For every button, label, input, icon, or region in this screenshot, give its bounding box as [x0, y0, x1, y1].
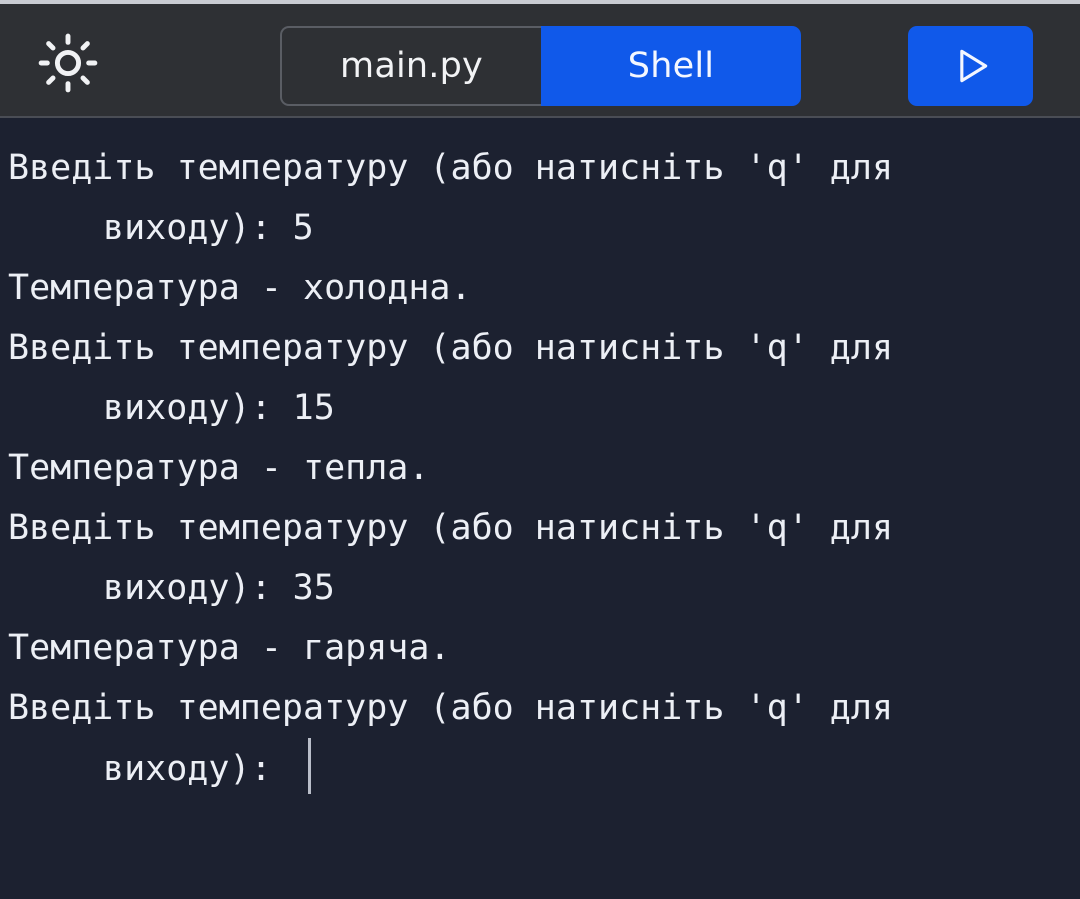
- console-line: Температура - гаряча.: [0, 618, 1080, 678]
- console-line-text: Температура - гаряча.: [8, 628, 451, 668]
- tab-group: main.py Shell: [280, 26, 801, 106]
- console-line: Введіть температуру (або натисніть 'q' д…: [0, 318, 1080, 378]
- toolbar: main.py Shell: [0, 4, 1080, 118]
- tab-main-py[interactable]: main.py: [280, 26, 541, 106]
- sun-icon: [37, 32, 99, 94]
- console-line-text: Температура - тепла.: [8, 448, 429, 488]
- console-line-text: виходу):: [103, 749, 272, 789]
- console-line: виходу): 35: [0, 558, 1080, 618]
- shell-screen: main.py Shell Введіть температуру (або н…: [0, 0, 1080, 899]
- console-line-text: Введіть температуру (або натисніть 'q' д…: [8, 688, 893, 728]
- console-line: Температура - тепла.: [0, 438, 1080, 498]
- console-line-text: Введіть температуру (або натисніть 'q' д…: [8, 148, 893, 188]
- console-line-text: Введіть температуру (або натисніть 'q' д…: [8, 508, 893, 548]
- console-line-text: Температура - холодна.: [8, 268, 472, 308]
- console-line-text: виходу): 5: [103, 208, 314, 248]
- console-line-text: Введіть температуру (або натисніть 'q' д…: [8, 328, 893, 368]
- play-icon: [949, 43, 993, 89]
- text-cursor: [308, 738, 311, 794]
- brightness-button[interactable]: [30, 30, 106, 96]
- console-line: Введіть температуру (або натисніть 'q' д…: [0, 138, 1080, 198]
- console-line: виходу): 15: [0, 378, 1080, 438]
- console-line: виходу): 5: [0, 198, 1080, 258]
- tab-shell[interactable]: Shell: [541, 26, 801, 106]
- console-output[interactable]: Введіть температуру (або натисніть 'q' д…: [0, 120, 1080, 899]
- console-line: Введіть температуру (або натисніть 'q' д…: [0, 678, 1080, 738]
- console-line-text: виходу): 15: [103, 388, 335, 428]
- console-line: Введіть температуру (або натисніть 'q' д…: [0, 498, 1080, 558]
- console-line: Температура - холодна.: [0, 258, 1080, 318]
- console-line-list: Введіть температуру (або натисніть 'q' д…: [0, 138, 1080, 798]
- console-line-text: виходу): 35: [103, 568, 335, 608]
- run-button[interactable]: [908, 26, 1033, 106]
- console-line: виходу):: [0, 738, 1080, 798]
